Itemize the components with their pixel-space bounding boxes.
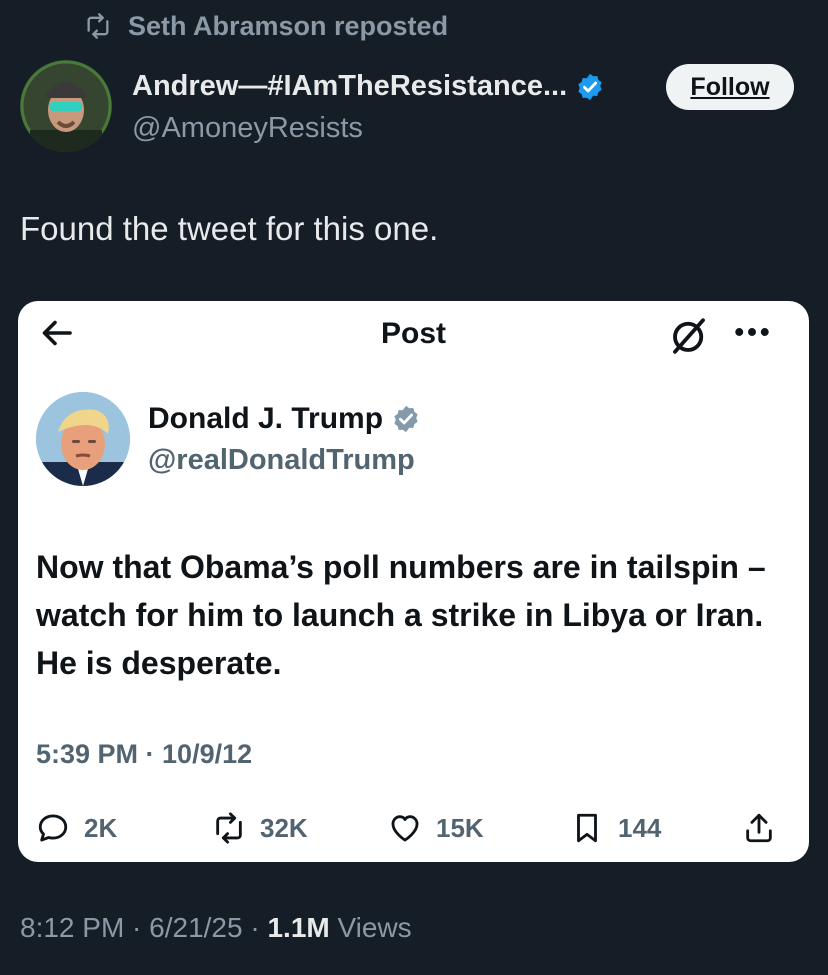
quoted-author-name-text: Donald J. Trump xyxy=(148,402,384,435)
quoted-author-avatar[interactable] xyxy=(36,392,130,486)
action-bar: 2K 32K 15K 144 xyxy=(18,806,809,850)
share-icon xyxy=(746,813,772,843)
author-handle[interactable]: @AmoneyResists xyxy=(132,112,363,145)
views-label: Views xyxy=(329,912,412,943)
author-name-text: Andrew—#IAmTheResistance... xyxy=(132,70,568,102)
views-count: 1.1M xyxy=(267,912,330,943)
repost-count: 32K xyxy=(260,812,308,843)
bookmark-count: 144 xyxy=(618,812,662,843)
share-button[interactable] xyxy=(742,806,776,850)
like-button[interactable]: 15K xyxy=(388,806,484,850)
reply-count: 2K xyxy=(84,812,118,843)
more-icon[interactable] xyxy=(730,315,774,349)
repost-indicator[interactable]: Seth Abramson reposted xyxy=(82,8,448,44)
author-row: Andrew—#IAmTheResistance... @AmoneyResis… xyxy=(20,60,794,156)
bookmark-icon xyxy=(577,813,597,843)
follow-button[interactable]: Follow xyxy=(666,64,794,110)
quoted-post-timestamp[interactable]: 5:39 PM · 10/9/12 xyxy=(36,739,252,770)
like-count: 15K xyxy=(436,812,484,843)
bookmark-button[interactable]: 144 xyxy=(570,806,661,850)
reply-icon xyxy=(38,814,68,842)
verified-icon xyxy=(578,73,602,100)
quoted-post-body: Now that Obama’s poll numbers are in tai… xyxy=(36,549,766,681)
tweet-text: Found the tweet for this one. xyxy=(20,210,439,247)
repost-text: Seth Abramson reposted xyxy=(128,10,449,41)
repost-icon xyxy=(87,13,109,39)
post-meta: 8:12 PM · 6/21/25 · 1.1M Views xyxy=(20,912,412,944)
repost-button[interactable]: 32K xyxy=(212,806,308,850)
repost-icon xyxy=(216,812,242,844)
avatar[interactable] xyxy=(20,60,112,152)
post-timestamp[interactable]: 8:12 PM · 6/21/25 · xyxy=(20,912,267,943)
author-name[interactable]: Andrew—#IAmTheResistance... xyxy=(132,70,605,103)
verified-icon xyxy=(394,405,418,433)
card-header: Post xyxy=(18,301,809,367)
grok-icon[interactable] xyxy=(668,315,710,357)
quoted-author-name[interactable]: Donald J. Trump xyxy=(148,402,421,436)
quoted-author-handle[interactable]: @realDonaldTrump xyxy=(148,444,415,477)
reply-button[interactable]: 2K xyxy=(36,806,117,850)
like-icon xyxy=(391,815,419,842)
quoted-post-card[interactable]: Post Donald J. Trump @realDonaldTrump No… xyxy=(18,301,809,862)
